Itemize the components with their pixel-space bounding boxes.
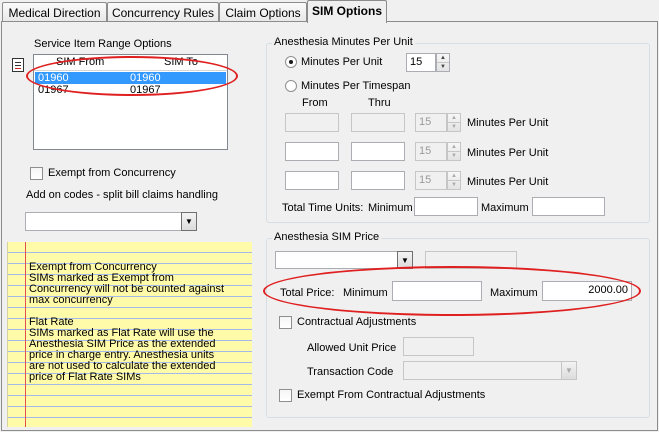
transaction-code-select[interactable] [403, 361, 562, 380]
from-column-label: From [302, 97, 328, 109]
col-sim-to[interactable]: SIM To [164, 56, 198, 68]
timespan-thru-input[interactable] [351, 113, 405, 132]
minutes-per-timespan-radio[interactable] [285, 80, 297, 92]
timespan-suffix-label: Minutes Per Unit [467, 176, 549, 188]
exempt-contractual-checkbox[interactable] [279, 389, 292, 402]
total-price-max-label: Maximum [490, 287, 538, 299]
total-time-max-label: Maximum [481, 202, 529, 214]
exempt-concurrency-checkbox[interactable] [30, 167, 43, 180]
sim-range-list[interactable]: SIM From SIM To 01960 01960 01967 01967 [33, 54, 228, 150]
contractual-adjustments-label: Contractual Adjustments [297, 316, 417, 328]
total-price-label: Total Price: [280, 287, 335, 299]
addon-dropdown-chevron-down-icon[interactable]: ▼ [181, 212, 197, 231]
notes-text: Exempt from Concurrency SIMs marked as E… [29, 262, 251, 383]
total-time-min-label: Minimum [368, 202, 413, 214]
total-price-min-input[interactable] [392, 281, 482, 301]
timespan-minutes-input[interactable]: 15 [415, 142, 447, 161]
sim-price-title: Anesthesia SIM Price [272, 231, 382, 243]
contractual-adjustments-checkbox[interactable] [279, 316, 292, 329]
timespan-from-input[interactable] [285, 171, 339, 190]
notes-doc-icon[interactable] [12, 58, 24, 72]
transaction-code-chevron-down-icon[interactable]: ▼ [561, 361, 577, 380]
sim-range-row[interactable]: 01960 01960 [35, 72, 226, 84]
tab-claim-options[interactable]: Claim Options [219, 2, 307, 22]
tab-concurrency-rules[interactable]: Concurrency Rules [107, 2, 219, 22]
service-item-group-title: Service Item Range Options [32, 38, 174, 50]
notes-margin-line [25, 242, 26, 427]
allowed-unit-price-label: Allowed Unit Price [307, 342, 397, 354]
timespan-thru-input[interactable] [351, 171, 405, 190]
total-time-units-label: Total Time Units: [282, 202, 364, 214]
sim-from-cell: 01960 [38, 72, 69, 84]
total-time-min-input[interactable] [414, 197, 478, 216]
timespan-minutes-stepper[interactable]: ▲ ▼ [447, 113, 461, 132]
tab-sim-options[interactable]: SIM Options [307, 0, 387, 23]
minutes-per-unit-title: Anesthesia Minutes Per Unit [272, 36, 415, 48]
addon-codes-label: Add on codes - split bill claims handlin… [26, 189, 218, 201]
sim-from-cell: 01967 [38, 84, 69, 96]
sim-to-cell: 01960 [130, 72, 161, 84]
notes-panel: Exempt from Concurrency SIMs marked as E… [7, 242, 252, 427]
timespan-minutes-input[interactable]: 15 [415, 171, 447, 190]
sim-range-list-header: SIM From SIM To [34, 55, 227, 71]
timespan-from-input[interactable] [285, 142, 339, 161]
timespan-minutes-stepper[interactable]: ▲ ▼ [447, 142, 461, 161]
tab-medical-direction[interactable]: Medical Direction [2, 2, 107, 22]
exempt-concurrency-label: Exempt from Concurrency [48, 167, 176, 179]
sim-price-type-select[interactable] [275, 251, 398, 269]
tab-bar: Medical Direction Concurrency Rules Clai… [0, 0, 659, 23]
timespan-from-input[interactable] [285, 113, 339, 132]
sim-to-cell: 01967 [130, 84, 161, 96]
total-price-min-label: Minimum [343, 287, 388, 299]
thru-column-label: Thru [368, 97, 391, 109]
minutes-per-unit-group [266, 43, 650, 223]
timespan-suffix-label: Minutes Per Unit [467, 147, 549, 159]
total-time-max-input[interactable] [532, 197, 605, 216]
sim-price-type-chevron-down-icon[interactable]: ▼ [397, 251, 413, 269]
timespan-thru-input[interactable] [351, 142, 405, 161]
notes-line: price of Flat Rate SIMs [29, 371, 141, 383]
stepper-down-icon[interactable]: ▼ [437, 63, 449, 72]
notes-line: max concurrency [29, 294, 113, 306]
col-sim-from[interactable]: SIM From [56, 56, 104, 68]
total-price-max-input[interactable]: 2000.00 [542, 281, 632, 301]
timespan-minutes-input[interactable]: 15 [415, 113, 447, 132]
stepper-up-icon[interactable]: ▲ [437, 54, 449, 63]
allowed-unit-price-input[interactable] [403, 337, 474, 356]
sim-price-value-input[interactable] [425, 251, 517, 269]
minutes-per-timespan-label: Minutes Per Timespan [301, 80, 411, 92]
addon-codes-select[interactable] [25, 212, 182, 231]
timespan-minutes-stepper[interactable]: ▲ ▼ [447, 171, 461, 190]
timespan-suffix-label: Minutes Per Unit [467, 117, 549, 129]
minutes-per-unit-radio[interactable] [285, 56, 297, 68]
exempt-contractual-label: Exempt From Contractual Adjustments [297, 389, 486, 401]
minutes-per-unit-stepper[interactable]: ▲ ▼ [436, 53, 450, 72]
minutes-per-unit-input[interactable]: 15 [406, 53, 436, 72]
minutes-per-unit-radio-label: Minutes Per Unit [301, 56, 383, 68]
sim-range-row[interactable]: 01967 01967 [35, 84, 226, 96]
transaction-code-label: Transaction Code [307, 366, 394, 378]
